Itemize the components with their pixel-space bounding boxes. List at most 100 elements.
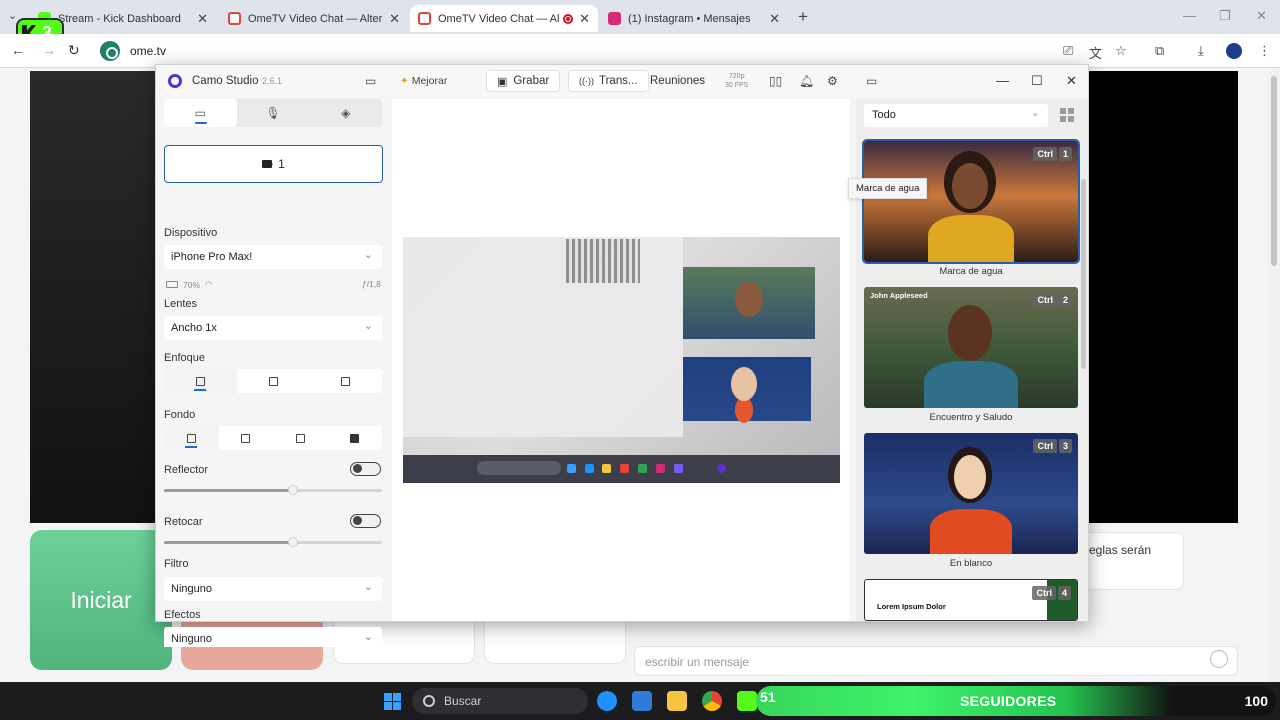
start-button[interactable]: Iniciar [30,530,172,670]
translate-icon[interactable]: 文 [1089,43,1102,62]
library-scrollbar[interactable] [1081,179,1086,369]
person-replace-icon [350,433,360,443]
scene-card-4[interactable]: Lorem Ipsum Dolor Ctrl 4 [864,579,1078,621]
close-icon[interactable]: ✕ [389,11,400,27]
retouch-slider[interactable] [164,537,382,547]
close-window-icon[interactable]: ✕ [1256,8,1267,24]
spotlight-toggle[interactable] [350,462,381,476]
scene-name: Marca de agua [939,266,1003,277]
tab-list-chevron-icon[interactable]: ⌄ [8,9,17,22]
address-bar: ← → ↻ ome.tv ⎚ 文 ☆ ⧉ ⤓ ⋮ [0,34,1280,68]
shortcut-key: 2 [1058,293,1072,307]
sidebar-toggle-icon[interactable]: ▭ [365,74,376,88]
windows-start-icon[interactable] [384,693,401,710]
filter-value: Ninguno [171,583,212,595]
slider-knob[interactable] [287,537,298,547]
option-button-2[interactable] [484,620,626,664]
extensions-puzzle-icon[interactable]: ⧉ [1155,43,1164,59]
camera-card[interactable]: 1 [164,145,383,183]
notifications-bell-icon[interactable]: 🔔︎ [799,74,814,88]
close-icon[interactable]: ✕ [1066,73,1077,89]
download-icon[interactable]: ⤓ [1198,43,1204,59]
scrollbar-thumb[interactable] [1271,76,1277,266]
close-icon[interactable]: ✕ [197,11,208,27]
right-panel-toggle-icon[interactable]: ▭ [866,74,877,88]
site-info-icon[interactable] [100,41,120,61]
microphone-icon: 🎙︎ [265,106,281,120]
scene-card-2[interactable]: John Appleseed Ctrl 2 Encuentro y Saludo [864,287,1078,423]
emoji-icon[interactable] [1210,650,1228,668]
tab-ometv-active[interactable]: OmeTV Video Chat — Alter ✕ [410,5,598,32]
shortcut-badge: Ctrl 4 [1032,586,1071,600]
resolution-badge: 720p 30 FPS [725,72,748,90]
camo-studio-window: Camo Studio 2.6.1 ▭ Mejorar Grabar Trans… [155,64,1089,647]
bookmark-star-icon[interactable]: ☆ [1115,43,1127,59]
file-explorer-icon[interactable] [667,691,687,711]
preview-person-tile [683,267,815,339]
scene-card-1[interactable]: Ctrl 1 Marca de agua [862,139,1080,277]
background-none-option[interactable] [164,426,219,450]
kick-app-icon[interactable] [737,691,757,711]
background-replace-option[interactable] [328,426,383,450]
scene-card-3[interactable]: Ctrl 3 En blanco [864,433,1078,569]
lens-select[interactable]: Ancho 1x [164,316,382,340]
slider-knob[interactable] [287,485,298,495]
store-icon[interactable] [632,691,652,711]
ometv-favicon-icon [418,12,431,25]
forward-arrow-icon[interactable]: → [42,42,56,58]
spotlight-slider[interactable] [164,485,382,495]
lens-value: Ancho 1x [171,322,217,334]
back-arrow-icon[interactable]: ← [11,42,25,58]
page-scrollbar[interactable] [1268,68,1280,682]
tab-ometv-1[interactable]: OmeTV Video Chat — Alternati ✕ [220,5,408,32]
background-blur-option[interactable] [219,426,274,450]
tab-audio[interactable]: 🎙︎ [237,99,310,127]
maximize-icon[interactable]: ☐ [1031,73,1043,89]
tab-instagram[interactable]: (1) Instagram • Mensajes ✕ [600,5,788,32]
profile-avatar[interactable] [1226,43,1242,59]
restore-icon[interactable]: ❐ [1219,8,1231,24]
ometv-favicon-icon [228,12,241,25]
background-remove-option[interactable] [273,426,328,450]
close-icon[interactable]: ✕ [769,11,780,27]
tab-layers[interactable]: ◈ [309,99,382,127]
pause-icon[interactable]: ▯▯ [769,74,782,88]
manual-focus-icon [341,376,351,386]
enhance-button[interactable]: Mejorar [400,75,448,87]
tab-title: OmeTV Video Chat — Alter [438,12,560,25]
stream-button[interactable]: Trans... [568,70,649,92]
retouch-toggle[interactable] [350,514,381,528]
taskbar-search[interactable]: Buscar [412,688,588,714]
shortcut-key: 3 [1058,439,1072,453]
reload-icon[interactable]: ↻ [68,42,80,59]
minimize-icon[interactable]: — [1183,8,1196,23]
message-input[interactable]: escribir un mensaje [634,646,1238,676]
person-remove-icon [295,433,305,443]
chrome-icon[interactable] [702,691,722,711]
scene-thumbnail: Ctrl 3 [864,433,1078,554]
scene-filter-select[interactable]: Todo [864,104,1048,127]
preview-app-icon [602,464,611,473]
meetings-button[interactable]: Reuniones [650,75,705,87]
focus-auto-option[interactable] [164,369,237,393]
effects-select[interactable]: Ninguno [164,627,382,647]
menu-kebab-icon[interactable]: ⋮ [1258,43,1271,59]
minimize-icon[interactable]: — [996,73,1009,88]
tab-video[interactable]: ▭ [164,99,237,127]
new-tab-plus-icon[interactable]: + [798,7,808,27]
filter-select[interactable]: Ninguno [164,577,382,601]
device-status: 70% ◠ [166,279,212,290]
edge-icon[interactable] [597,691,617,711]
grid-view-icon[interactable] [1060,108,1074,122]
focus-face-option[interactable] [237,369,310,393]
url-field[interactable]: ome.tv [96,38,956,64]
close-icon[interactable]: ✕ [579,11,590,27]
focus-manual-option[interactable] [309,369,382,393]
rules-text: eglas serán [1089,543,1152,557]
device-select[interactable]: iPhone Pro Max! [164,245,382,269]
cast-icon[interactable]: ⎚ [1063,43,1073,59]
battery-level: 70% [183,279,201,290]
settings-gear-icon[interactable]: ⚙ [827,74,838,88]
record-button[interactable]: Grabar [486,70,561,92]
person-blur-icon [241,433,251,443]
